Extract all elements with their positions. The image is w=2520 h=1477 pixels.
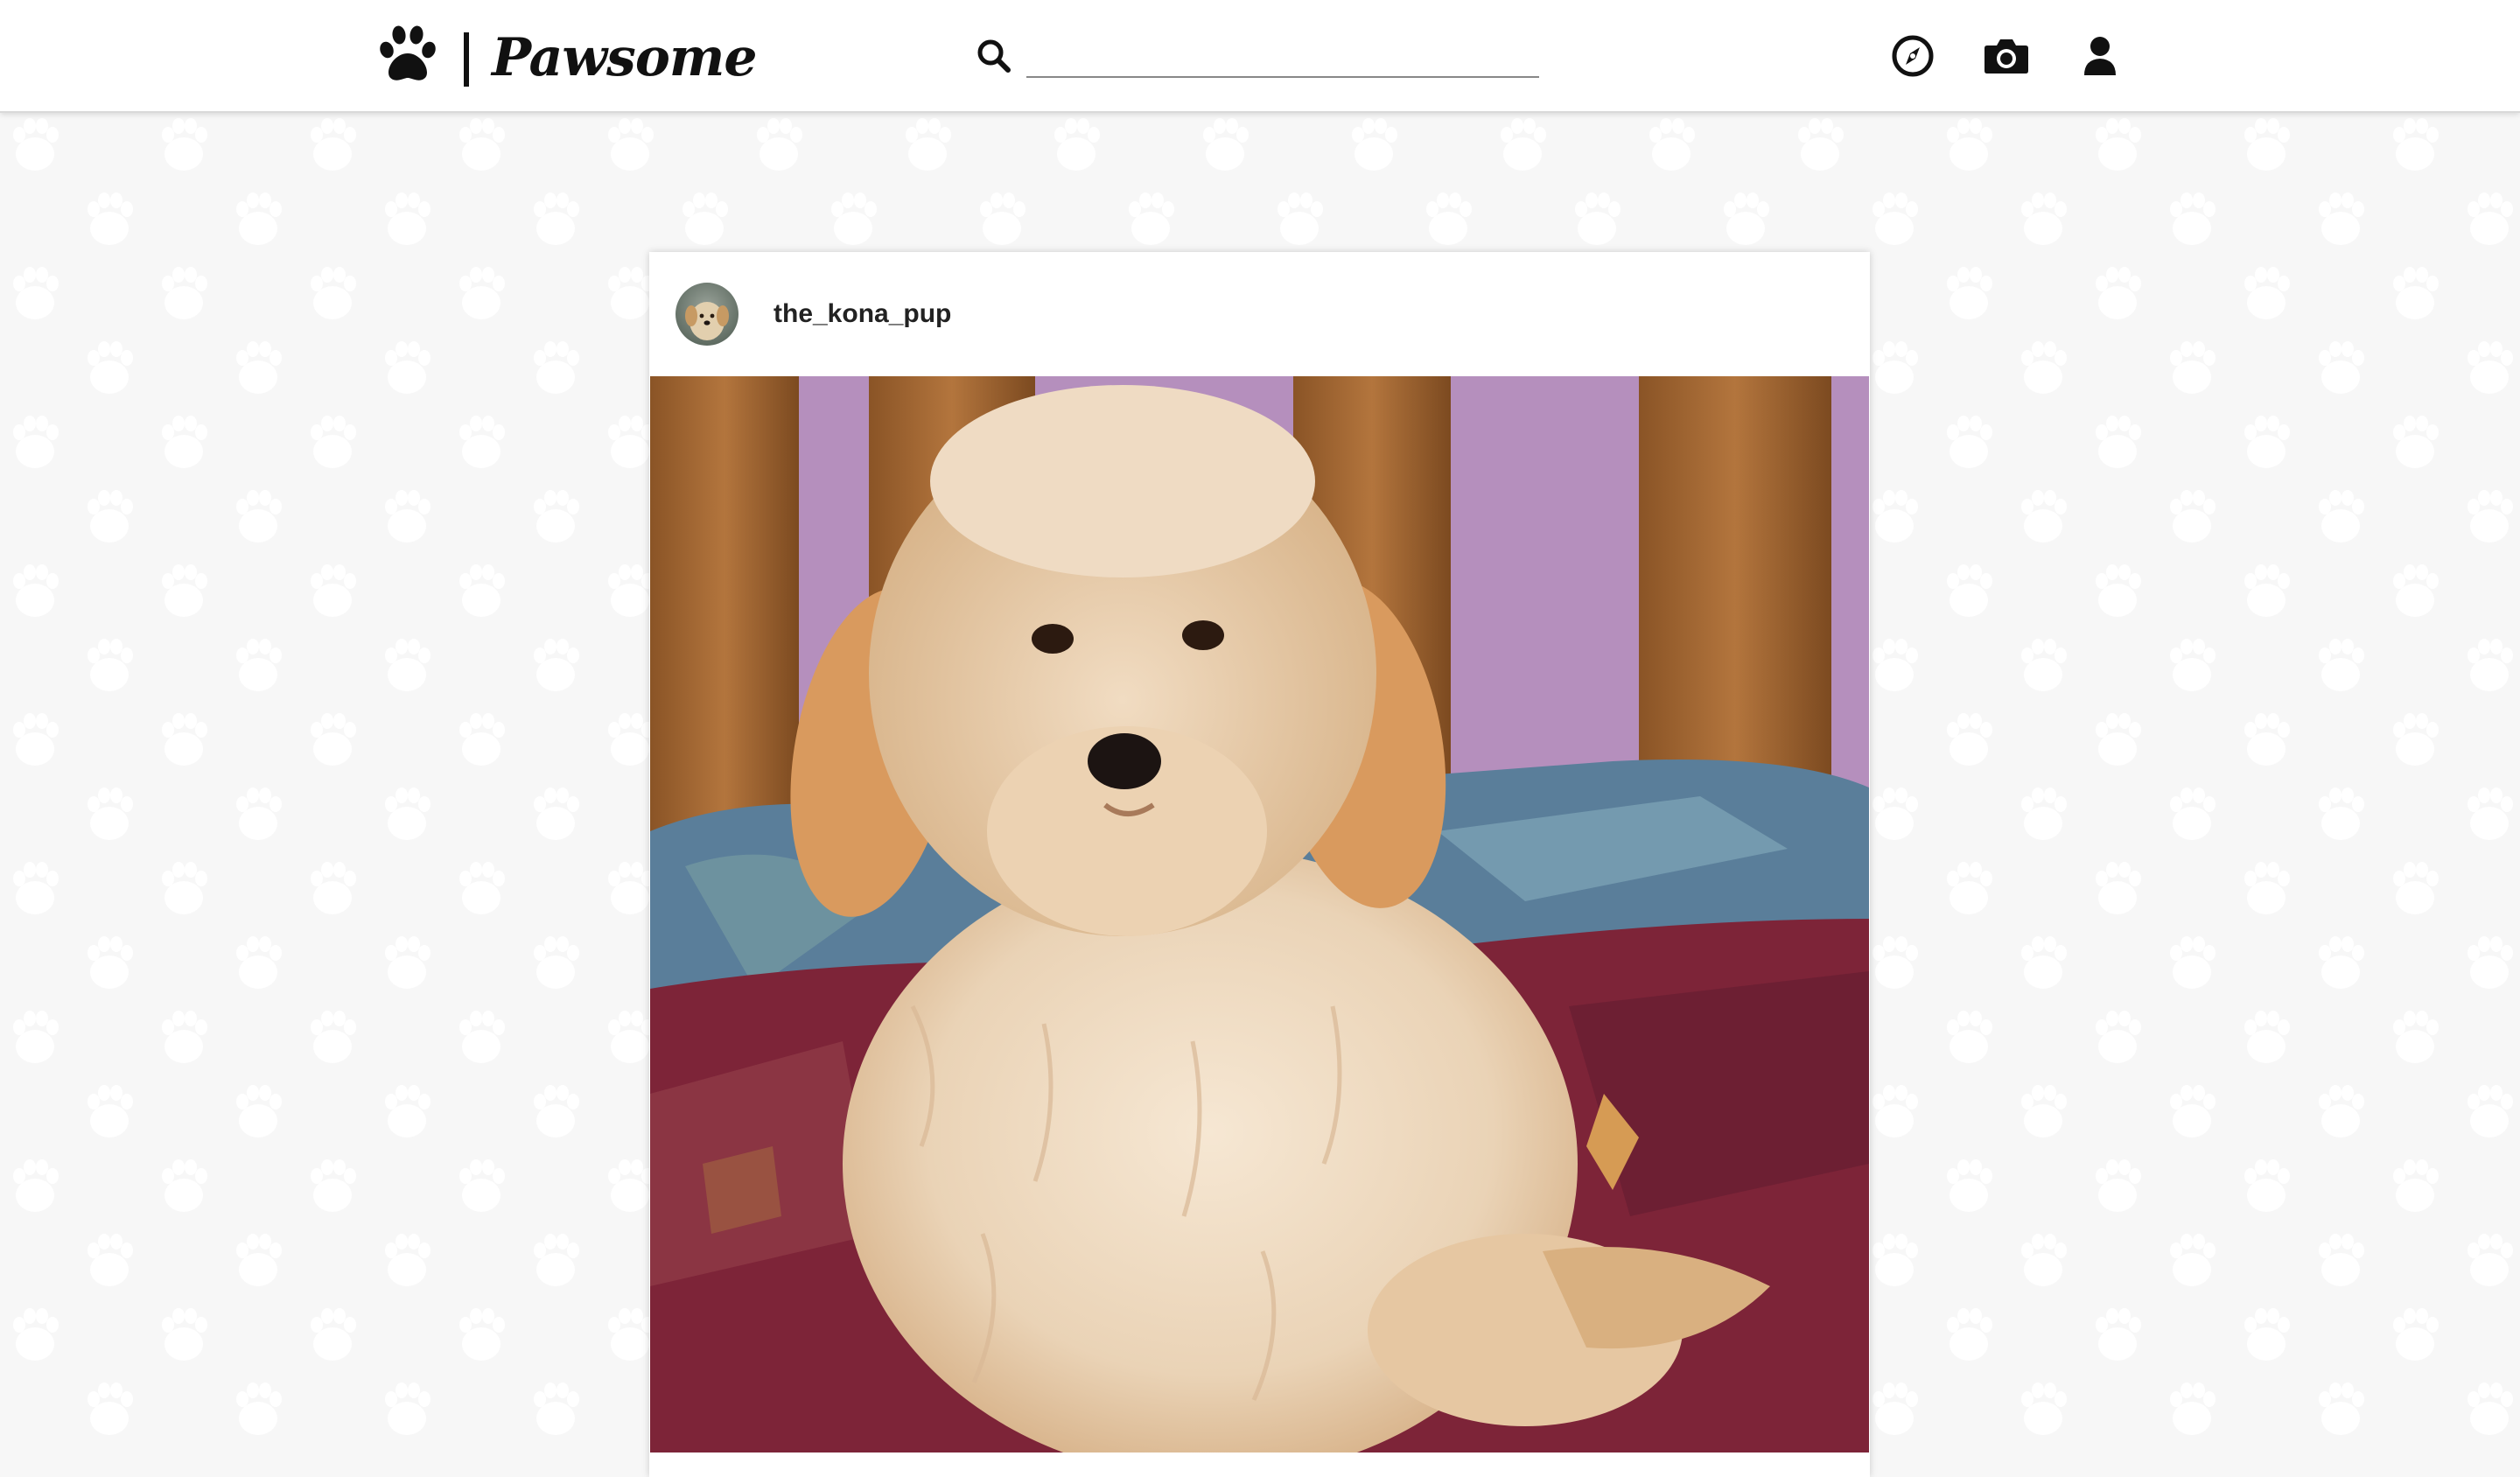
- search-input[interactable]: [1026, 34, 1539, 78]
- compass-icon[interactable]: [1888, 32, 1937, 80]
- camera-icon[interactable]: [1982, 32, 2031, 80]
- brand-divider: [464, 32, 469, 87]
- post-card: the_kona_pup: [649, 252, 1870, 1477]
- paw-icon: [380, 25, 436, 80]
- app-title: Pawsome: [492, 27, 757, 88]
- search-bar: [976, 32, 1539, 80]
- top-navigation-bar: Pawsome: [0, 0, 2520, 113]
- avatar[interactable]: [676, 283, 738, 346]
- post-header: the_kona_pup: [649, 252, 1870, 376]
- search-icon: [977, 39, 1011, 73]
- home-logo-link[interactable]: Pawsome: [376, 16, 757, 94]
- post-username[interactable]: the_kona_pup: [774, 299, 951, 329]
- user-icon[interactable]: [2076, 32, 2124, 80]
- post-photo[interactable]: [650, 376, 1869, 1452]
